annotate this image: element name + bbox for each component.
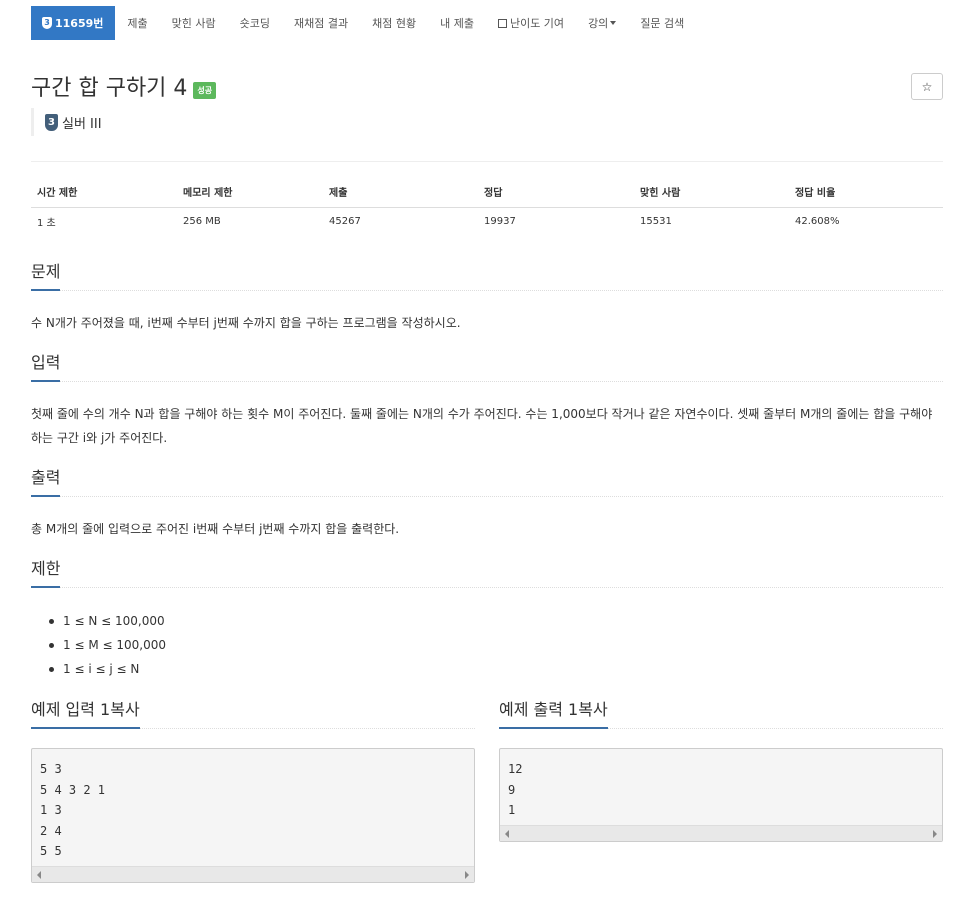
scroll-left-icon[interactable] [37, 871, 41, 879]
section-output-title: 출력 [31, 464, 61, 497]
list-item: 1 ≤ M ≤ 100,000 [47, 633, 166, 657]
table-header-row: 시간 제한 메모리 제한 제출 정답 맞힌 사람 정답 비율 [31, 176, 943, 208]
code-line: 5 4 3 2 1 [40, 782, 106, 797]
sample-input-header: 예제 입력 1복사 [31, 697, 475, 729]
scroll-left-icon[interactable] [505, 830, 509, 838]
section-input-header: 입력 [31, 350, 943, 382]
nav-question-search[interactable]: 질문 검색 [628, 6, 696, 40]
value-time-limit: 1 초 [37, 217, 56, 229]
tier-icon: 3 [42, 17, 52, 29]
copy-sample-output-link[interactable]: 복사 [578, 700, 607, 719]
value-accept-ratio: 42.608% [795, 215, 840, 227]
list-item: 1 ≤ N ≤ 100,000 [47, 609, 166, 633]
nav-my-submissions[interactable]: 내 제출 [428, 6, 486, 40]
problem-title-row: 구간 합 구하기 4 성공 [31, 70, 217, 102]
table-row: 1 초 256 MB 45267 19937 15531 42.608% [31, 207, 943, 235]
nav-short-coding[interactable]: 숏코딩 [228, 6, 282, 40]
sample-output-box[interactable]: 12 9 1 [499, 748, 943, 842]
horizontal-scrollbar[interactable] [32, 866, 474, 882]
problem-description: 수 N개가 주어졌을 때, i번째 수부터 j번째 수까지 합을 구하는 프로그… [31, 316, 461, 330]
code-line: 5 5 [40, 844, 62, 858]
value-submissions: 45267 [329, 215, 361, 227]
page-title: 구간 합 구하기 4 [31, 76, 188, 101]
nav-solved-users[interactable]: 맞힌 사람 [160, 6, 228, 40]
tier-shield-icon: 3 [45, 113, 58, 131]
divider [31, 161, 943, 162]
section-problem-title: 문제 [31, 258, 61, 291]
header-solved-users: 맞힌 사람 [634, 176, 789, 208]
favorite-star-button[interactable]: ☆ [911, 73, 943, 100]
section-output-header: 출력 [31, 465, 943, 497]
code-line: 12 [508, 762, 523, 776]
tier-label: 3 실버 III [31, 108, 102, 136]
nav-submit[interactable]: 제출 [115, 6, 159, 40]
tier-name: 실버 III [62, 116, 102, 132]
nav-lectures-dropdown[interactable]: 강의 [576, 6, 628, 40]
problem-nav: 3 11659번 제출 맞힌 사람 숏코딩 재채점 결과 채점 현황 내 제출 … [31, 6, 696, 40]
sample-input-title: 예제 입력 1복사 [31, 696, 140, 729]
sample-input-label: 예제 입력 1 [31, 700, 111, 719]
value-accepted: 19937 [484, 215, 516, 227]
section-limit-header: 제한 [31, 556, 943, 588]
status-badge: 성공 [193, 81, 217, 99]
section-problem-header: 문제 [31, 259, 943, 291]
nav-rejudge-results[interactable]: 재채점 결과 [282, 6, 360, 40]
nav-judge-status[interactable]: 채점 현황 [360, 6, 428, 40]
code-line: 1 3 [40, 803, 62, 817]
sample-output-title: 예제 출력 1복사 [499, 696, 608, 729]
scroll-right-icon[interactable] [933, 830, 937, 838]
section-limit-title: 제한 [31, 555, 61, 588]
input-description: 첫째 줄에 수의 개수 N과 합을 구해야 하는 횟수 M이 주어진다. 둘째 … [31, 407, 933, 445]
copy-sample-input-link[interactable]: 복사 [110, 700, 139, 719]
header-memory-limit: 메모리 제한 [177, 176, 323, 208]
nav-difficulty-contribution[interactable]: 난이도 기여 [486, 6, 576, 40]
header-accepted: 정답 [478, 176, 634, 208]
external-link-icon [497, 18, 507, 28]
chevron-down-icon [610, 21, 617, 25]
header-time-limit: 시간 제한 [31, 176, 177, 208]
sample-output-label: 예제 출력 1 [499, 700, 579, 719]
output-description: 총 M개의 줄에 입력으로 주어진 i번째 수부터 j번째 수까지 합을 출력한… [31, 522, 400, 536]
scroll-right-icon[interactable] [465, 871, 469, 879]
problem-info-table: 시간 제한 메모리 제한 제출 정답 맞힌 사람 정답 비율 1 초 256 M… [31, 176, 943, 235]
header-submissions: 제출 [323, 176, 478, 208]
sample-input-code: 5 3 5 4 3 2 1 1 3 2 4 5 5 [32, 749, 474, 862]
value-solved-users: 15531 [640, 215, 672, 227]
sample-output-header: 예제 출력 1복사 [499, 697, 943, 729]
value-memory-limit: 256 MB [183, 215, 221, 227]
code-line: 2 4 [40, 823, 62, 838]
sample-input-box[interactable]: 5 3 5 4 3 2 1 1 3 2 4 5 5 [31, 748, 475, 883]
code-line: 9 [508, 782, 516, 797]
horizontal-scrollbar[interactable] [500, 825, 942, 841]
nav-difficulty-label: 난이도 기여 [509, 17, 565, 30]
nav-lectures-label: 강의 [588, 17, 609, 30]
sample-output-code: 12 9 1 [500, 749, 942, 821]
limit-list: 1 ≤ N ≤ 100,000 1 ≤ M ≤ 100,000 1 ≤ i ≤ … [47, 609, 166, 681]
list-item: 1 ≤ i ≤ j ≤ N [47, 657, 166, 681]
star-icon: ☆ [921, 79, 933, 94]
code-line: 1 [508, 803, 516, 817]
nav-problem-id: 11659번 [55, 17, 104, 30]
code-line: 5 3 [40, 762, 62, 776]
header-accept-ratio: 정답 비율 [789, 176, 943, 208]
section-input-title: 입력 [31, 349, 61, 382]
nav-problem-tab[interactable]: 3 11659번 [31, 6, 116, 40]
